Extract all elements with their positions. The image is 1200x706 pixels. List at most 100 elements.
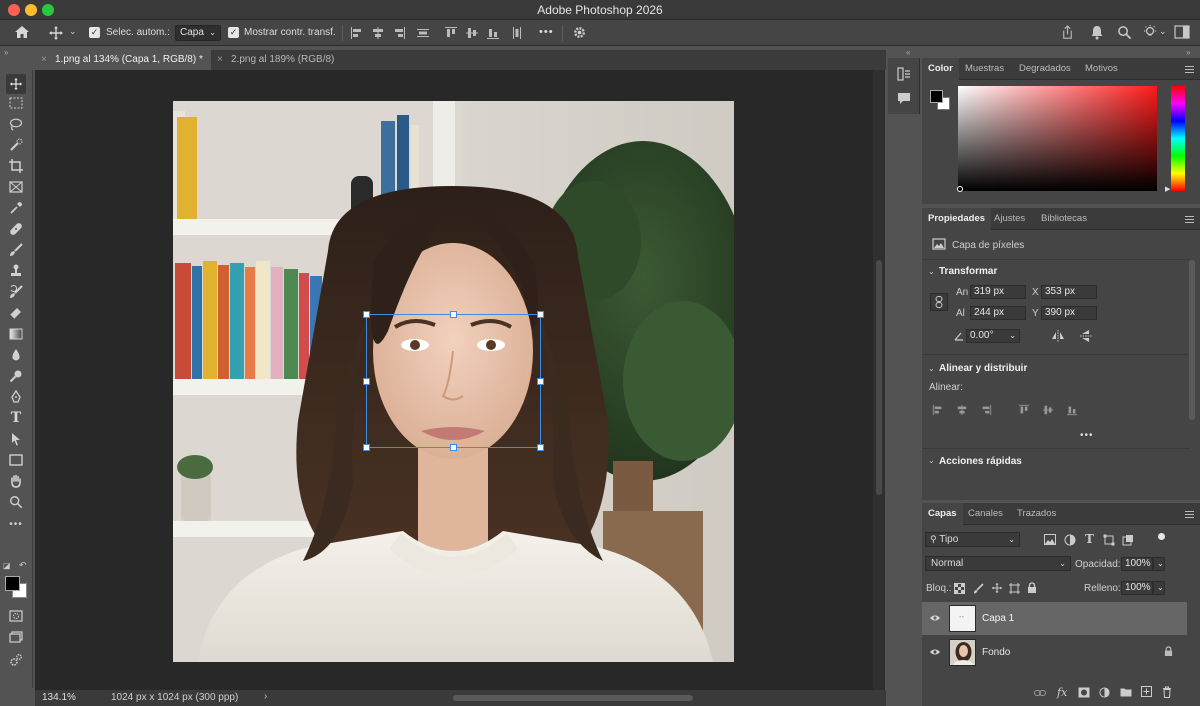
close-window-button[interactable] — [8, 4, 20, 16]
tab-paths[interactable]: Trazados — [1011, 503, 1062, 525]
history-brush-tool[interactable] — [8, 284, 24, 300]
document-tab-1[interactable]: × 1.png al 134% (Capa 1, RGB/8) * — [35, 50, 211, 70]
search-icon[interactable] — [1117, 25, 1132, 40]
healing-brush-tool[interactable] — [8, 221, 24, 237]
marquee-tool[interactable] — [8, 95, 24, 111]
align-left-icon[interactable] — [350, 26, 364, 40]
filter-type-icon[interactable]: T — [1085, 532, 1094, 546]
fill-field[interactable]: 100% — [1121, 581, 1153, 595]
share-screen-button[interactable] — [8, 652, 24, 668]
lasso-tool[interactable] — [8, 116, 24, 132]
y-field[interactable]: 390 px — [1041, 306, 1097, 320]
zoom-window-button[interactable] — [42, 4, 54, 16]
show-transform-checkbox[interactable]: ✓ — [228, 27, 239, 38]
quick-mask-button[interactable] — [8, 608, 24, 624]
align-section-title[interactable]: Alinear y distribuir — [939, 363, 1027, 374]
gradient-tool[interactable] — [8, 326, 24, 342]
fill-dropdown-button[interactable]: ⌄ — [1153, 581, 1165, 595]
align-vertical-centers-icon[interactable] — [1042, 404, 1054, 416]
tab-channels[interactable]: Canales — [962, 503, 1009, 525]
auto-select-dropdown[interactable]: Capa ⌄ — [175, 25, 221, 41]
edit-toolbar-button[interactable]: ••• — [8, 516, 24, 532]
eye-icon[interactable] — [929, 614, 941, 622]
align-right-edges-icon[interactable] — [980, 404, 992, 416]
new-layer-icon[interactable] — [1141, 686, 1152, 697]
type-tool[interactable]: T — [8, 410, 24, 426]
align-left-edges-icon[interactable] — [932, 404, 944, 416]
workspace-icon[interactable] — [1174, 25, 1190, 39]
tab-properties[interactable]: Propiedades — [922, 208, 992, 230]
transform-bounding-box[interactable] — [366, 314, 541, 448]
align-more-button[interactable]: ••• — [1080, 430, 1094, 441]
expand-panel-icon[interactable]: » — [1186, 48, 1190, 57]
default-colors-icon[interactable]: ◪ — [3, 561, 11, 570]
transform-handle-right[interactable] — [537, 378, 544, 385]
hue-slider[interactable] — [1171, 86, 1185, 191]
add-mask-icon[interactable] — [1078, 687, 1090, 698]
canvas-area[interactable] — [35, 70, 873, 690]
filter-shape-icon[interactable] — [1103, 534, 1115, 546]
eraser-tool[interactable] — [8, 305, 24, 321]
tab-gradients[interactable]: Degradados — [1013, 58, 1077, 80]
zoom-tool[interactable] — [8, 494, 24, 510]
layer-row-capa-1[interactable]: ⁃⁃ Capa 1 — [922, 602, 1187, 635]
transform-handle-bottom-right[interactable] — [537, 444, 544, 451]
filter-toggle-icon[interactable] — [1158, 533, 1165, 540]
quick-actions-section-title[interactable]: Acciones rápidas — [939, 456, 1022, 467]
align-horizontal-centers-icon[interactable] — [956, 404, 968, 416]
align-bottom-icon[interactable] — [486, 26, 500, 40]
vertical-scroll-thumb[interactable] — [876, 260, 882, 495]
filter-smart-object-icon[interactable] — [1122, 534, 1134, 546]
hue-slider-marker[interactable]: ▶ — [1165, 185, 1170, 193]
eyedropper-tool[interactable] — [8, 200, 24, 216]
chevron-right-icon[interactable]: › — [264, 691, 267, 702]
swap-colors-icon[interactable]: ↶ — [19, 560, 27, 571]
color-picker-cursor[interactable] — [957, 186, 963, 192]
path-selection-tool[interactable] — [8, 431, 24, 447]
width-field[interactable]: 319 px — [970, 285, 1026, 299]
foreground-color-swatch[interactable] — [5, 576, 20, 591]
chevron-down-icon[interactable]: ⌄ — [1159, 26, 1167, 37]
zoom-level[interactable]: 134.1% — [42, 692, 76, 703]
filter-adjustment-icon[interactable] — [1064, 534, 1076, 546]
blur-tool[interactable] — [8, 347, 24, 363]
crop-tool[interactable] — [8, 158, 24, 174]
home-icon[interactable] — [14, 25, 30, 39]
clone-stamp-tool[interactable] — [8, 263, 24, 279]
layer-name[interactable]: Fondo — [982, 647, 1010, 658]
move-tool[interactable] — [6, 74, 26, 94]
brush-tool[interactable] — [8, 242, 24, 258]
hand-tool[interactable] — [8, 473, 24, 489]
auto-select-checkbox[interactable]: ✓ — [89, 27, 100, 38]
layer-row-fondo[interactable]: Fondo — [922, 636, 1187, 669]
comments-icon[interactable] — [897, 91, 911, 105]
chevron-down-icon[interactable]: ⌄ — [928, 267, 935, 276]
distribute-vertical-icon[interactable] — [510, 26, 524, 40]
blend-mode-dropdown[interactable]: Normal ⌄ — [925, 556, 1071, 571]
layer-filter-dropdown[interactable]: ⚲ Tipo ⌄ — [925, 532, 1020, 547]
chevron-down-icon[interactable]: ⌄ — [69, 26, 77, 37]
rectangle-tool[interactable] — [8, 452, 24, 468]
lightbulb-icon[interactable] — [1142, 24, 1158, 40]
trash-icon[interactable] — [1162, 686, 1172, 698]
layer-effects-icon[interactable]: fx — [1057, 686, 1067, 699]
transform-section-title[interactable]: Transformar — [939, 266, 997, 277]
opacity-field[interactable]: 100% — [1121, 557, 1153, 571]
gear-icon[interactable] — [572, 25, 587, 40]
lock-image-pixels-icon[interactable] — [973, 583, 984, 594]
collapse-toolbar-icon[interactable]: » — [4, 48, 8, 57]
new-adjustment-layer-icon[interactable] — [1099, 687, 1110, 698]
lock-position-icon[interactable] — [991, 582, 1003, 594]
align-top-edges-icon[interactable] — [1018, 404, 1030, 416]
foreground-color-swatch[interactable] — [930, 90, 943, 103]
tab-adjustments[interactable]: Ajustes — [988, 208, 1031, 230]
flip-vertical-icon[interactable] — [1079, 329, 1093, 343]
tab-patterns[interactable]: Motivos — [1079, 58, 1124, 80]
transform-handle-left[interactable] — [363, 378, 370, 385]
layer-name[interactable]: Capa 1 — [982, 613, 1014, 624]
panel-menu-icon[interactable] — [1185, 216, 1194, 223]
dodge-tool[interactable] — [8, 368, 24, 384]
document-canvas[interactable] — [173, 101, 734, 662]
align-top-icon[interactable] — [444, 26, 458, 40]
minimize-window-button[interactable] — [25, 4, 37, 16]
